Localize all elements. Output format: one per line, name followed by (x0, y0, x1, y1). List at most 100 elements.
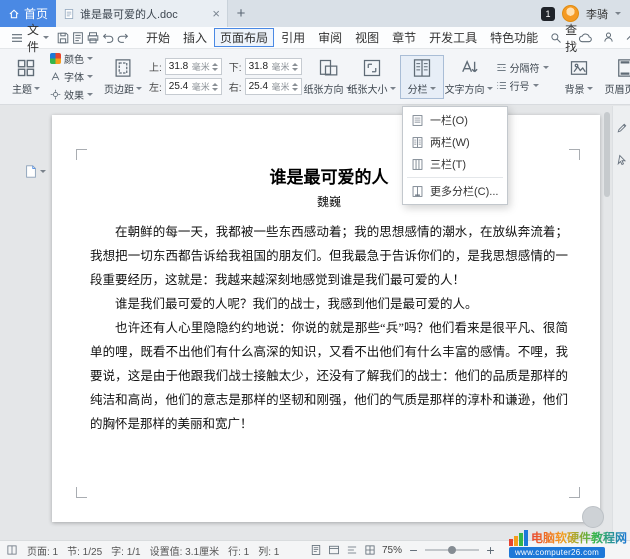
chevron-down-icon (390, 87, 396, 90)
notification-badge[interactable]: 1 (541, 7, 555, 21)
document-page[interactable]: 谁是最可爱的人 魏巍 在朝鲜的每一天，我都被一些东西感动着；我的思想感情的潮水，… (52, 115, 600, 522)
zoom-percentage[interactable]: 75% (382, 545, 402, 556)
new-tab-button[interactable]: + (228, 0, 254, 27)
tab-page-layout[interactable]: 页面布局 (214, 28, 274, 47)
undo-icon[interactable] (101, 29, 115, 46)
fonts-label: 字体 (64, 69, 84, 84)
vertical-scrollbar[interactable] (603, 108, 611, 538)
background-button[interactable]: 背景 (557, 55, 601, 99)
margin-right-label: 右: (229, 79, 242, 94)
breaks-icon (496, 62, 507, 73)
background-label: 背景 (565, 81, 585, 96)
paper-size-button[interactable]: 纸张大小 (350, 55, 394, 99)
collapse-ribbon-icon[interactable] (624, 32, 630, 44)
redo-icon[interactable] (116, 29, 130, 46)
spinner[interactable] (292, 83, 298, 91)
close-tab-icon[interactable]: × (212, 7, 220, 20)
scrollbar-thumb[interactable] (604, 112, 610, 197)
status-words[interactable]: 字: 1/1 (111, 543, 140, 558)
edit-pen-icon[interactable] (616, 122, 628, 134)
header-footer-button[interactable]: 页眉页脚 (601, 55, 630, 99)
effects-icon (50, 89, 61, 100)
floating-assistant-button[interactable] (582, 506, 604, 528)
columns-button[interactable]: 分栏 (400, 55, 444, 99)
margin-top-input[interactable]: 31.8 毫米 (165, 58, 222, 75)
menu-item-more-columns[interactable]: 更多分栏(C)... (403, 180, 507, 202)
document-tab-title: 谁是最可爱的人.doc (80, 6, 178, 22)
paper-size-icon (362, 58, 382, 78)
tab-special-features[interactable]: 特色功能 (484, 28, 544, 47)
chevron-down-icon (87, 75, 93, 78)
margin-left-field: 左: 25.4 毫米 (149, 78, 222, 95)
save-icon[interactable] (56, 29, 70, 46)
document-paragraph[interactable]: 谁是我们最可爱的人呢？我们的战士，我感到他们是最可爱的人。 (90, 292, 568, 316)
line-numbers-button[interactable]: 行号 (494, 78, 551, 93)
user-name[interactable]: 李骑 (586, 6, 608, 22)
tab-section[interactable]: 章节 (386, 28, 422, 47)
spinner[interactable] (212, 83, 218, 91)
cloud-sync-icon[interactable] (578, 31, 593, 44)
tab-developer[interactable]: 开发工具 (423, 28, 483, 47)
chevron-down-icon (533, 84, 539, 87)
find-button[interactable]: 查找 (550, 21, 577, 55)
tab-insert[interactable]: 插入 (177, 28, 213, 47)
tab-view[interactable]: 视图 (349, 28, 385, 47)
document-paragraph[interactable]: 在朝鲜的每一天，我都被一些东西感动着；我的思想感情的潮水，在放纵奔流着；我想把一… (90, 220, 568, 292)
effects-button[interactable]: 效果 (48, 87, 95, 102)
home-icon (8, 8, 20, 20)
menu-item-three-columns[interactable]: 三栏(T) (403, 153, 507, 175)
menu-item-two-columns[interactable]: 两栏(W) (403, 131, 507, 153)
divider (407, 177, 503, 178)
paper-orientation-button[interactable]: 纸张方向 (306, 55, 350, 99)
margin-crop-mark (76, 487, 87, 498)
margin-right-field: 右: 25.4 毫米 (229, 78, 302, 95)
tab-start[interactable]: 开始 (140, 28, 176, 47)
chevron-down-icon[interactable] (615, 12, 621, 15)
file-menu-button[interactable]: 文件 (5, 21, 55, 55)
zoom-slider-thumb[interactable] (448, 546, 456, 554)
theme-icon (16, 58, 36, 78)
margin-top-field: 上: 31.8 毫米 (149, 58, 222, 75)
margin-bottom-input[interactable]: 31.8 毫米 (245, 58, 302, 75)
user-avatar[interactable] (562, 5, 579, 22)
export-icon[interactable] (71, 29, 85, 46)
page-notes-button[interactable] (24, 164, 46, 179)
margins-icon (113, 58, 133, 78)
menu-item-one-column[interactable]: 一栏(O) (403, 109, 507, 131)
spinner[interactable] (292, 63, 298, 71)
document-tab[interactable]: 谁是最可爱的人.doc × (56, 0, 228, 27)
theme-button[interactable]: 主题 (4, 55, 48, 99)
print-layout-view-icon[interactable] (310, 544, 322, 556)
zoom-out-icon[interactable] (408, 545, 419, 556)
breaks-button[interactable]: 分隔符 (494, 60, 551, 75)
web-layout-view-icon[interactable] (328, 544, 340, 556)
zoom-in-icon[interactable] (485, 545, 496, 556)
colors-button[interactable]: 颜色 (48, 51, 95, 66)
site-url: www.computer26.com (509, 547, 605, 558)
text-direction-button[interactable]: 文字方向 (444, 55, 494, 99)
columns-icon (412, 58, 432, 78)
margin-fields: 上: 31.8 毫米 下: 31.8 毫米 左: (149, 58, 302, 95)
zoom-slider[interactable] (425, 549, 479, 551)
select-cursor-icon[interactable] (616, 154, 628, 166)
margin-right-input[interactable]: 25.4 毫米 (245, 78, 302, 95)
fullscreen-view-icon[interactable] (364, 544, 376, 556)
background-group: 背景 页眉页脚 (554, 52, 630, 101)
fonts-button[interactable]: 字体 (48, 69, 95, 84)
columns-group: 分栏 文字方向 分隔符 (397, 52, 554, 101)
margin-left-input[interactable]: 25.4 毫米 (165, 78, 222, 95)
tab-references[interactable]: 引用 (275, 28, 311, 47)
print-icon[interactable] (86, 29, 100, 46)
margin-crop-mark (569, 487, 580, 498)
outline-view-icon[interactable] (346, 544, 358, 556)
wps-writer-window: 首页 谁是最可爱的人.doc × + 1 李骑 文件 (0, 0, 630, 559)
chevron-down-icon (136, 87, 142, 90)
chevron-down-icon (40, 170, 46, 173)
spinner[interactable] (212, 63, 218, 71)
share-icon[interactable] (602, 31, 615, 44)
document-paragraph[interactable]: 也许还有人心里隐隐约约地说：你说的就是那些“兵”吗？他们看来是很平凡、很简单的哩… (90, 316, 568, 436)
tab-review[interactable]: 审阅 (312, 28, 348, 47)
header-footer-label: 页眉页脚 (605, 81, 630, 96)
header-footer-icon (615, 58, 630, 78)
margins-button[interactable]: 页边距 (101, 55, 145, 99)
